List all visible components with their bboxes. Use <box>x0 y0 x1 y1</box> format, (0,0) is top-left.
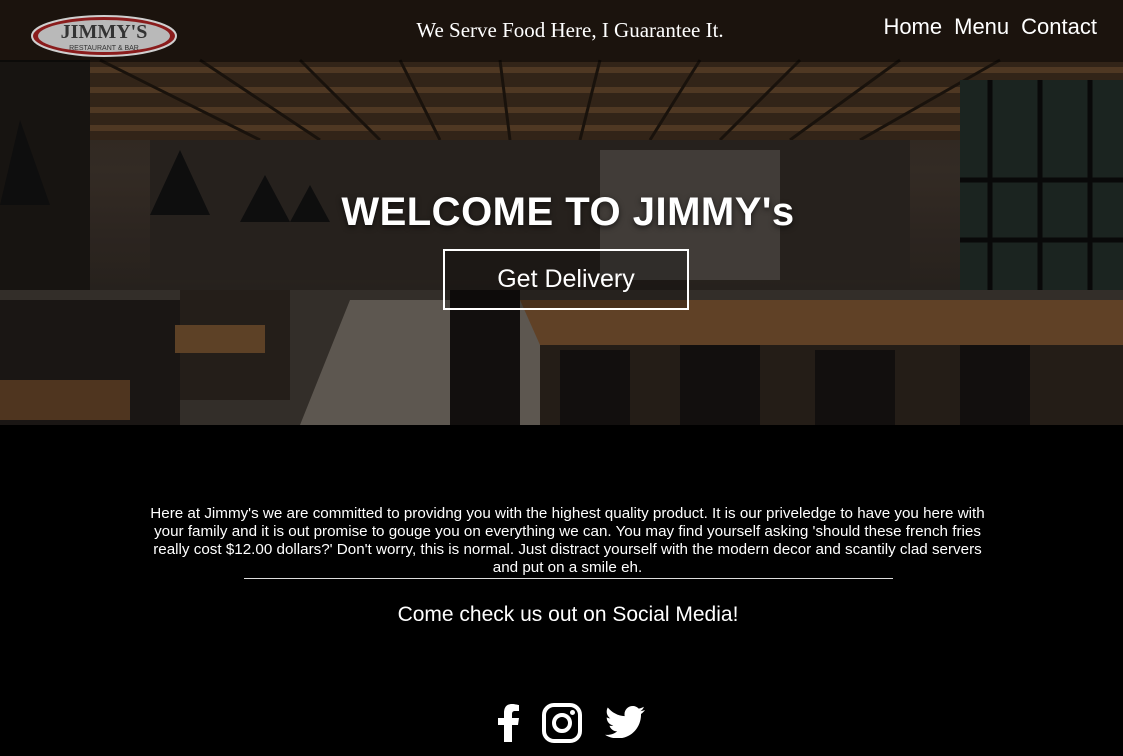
facebook-icon[interactable] <box>498 704 520 742</box>
social-icons-row <box>492 700 652 748</box>
site-tagline: We Serve Food Here, I Guarantee It. <box>416 18 724 42</box>
social-heading: Come check us out on Social Media! <box>397 603 739 626</box>
instagram-icon[interactable] <box>542 703 582 743</box>
hero-section: JIMMY'S RESTAURANT & BAR We Serve Food H… <box>0 0 1123 425</box>
jimmys-logo[interactable]: JIMMY'S RESTAURANT & BAR <box>30 14 178 58</box>
logo-text: JIMMY'S <box>61 21 148 43</box>
top-navbar: JIMMY'S RESTAURANT & BAR We Serve Food H… <box>0 0 1123 62</box>
main-nav: Home Menu Contact <box>883 14 1097 40</box>
nav-home-link[interactable]: Home <box>883 14 942 40</box>
section-divider <box>244 578 893 579</box>
nav-menu-link[interactable]: Menu <box>954 14 1009 40</box>
about-paragraph: Here at Jimmy's we are committed to prov… <box>150 505 985 577</box>
twitter-icon[interactable] <box>605 706 645 738</box>
get-delivery-button[interactable]: Get Delivery <box>443 249 689 310</box>
nav-contact-link[interactable]: Contact <box>1021 14 1097 40</box>
logo-subtext: RESTAURANT & BAR <box>69 45 139 52</box>
hero-title: WELCOME TO JIMMY's <box>341 190 795 234</box>
